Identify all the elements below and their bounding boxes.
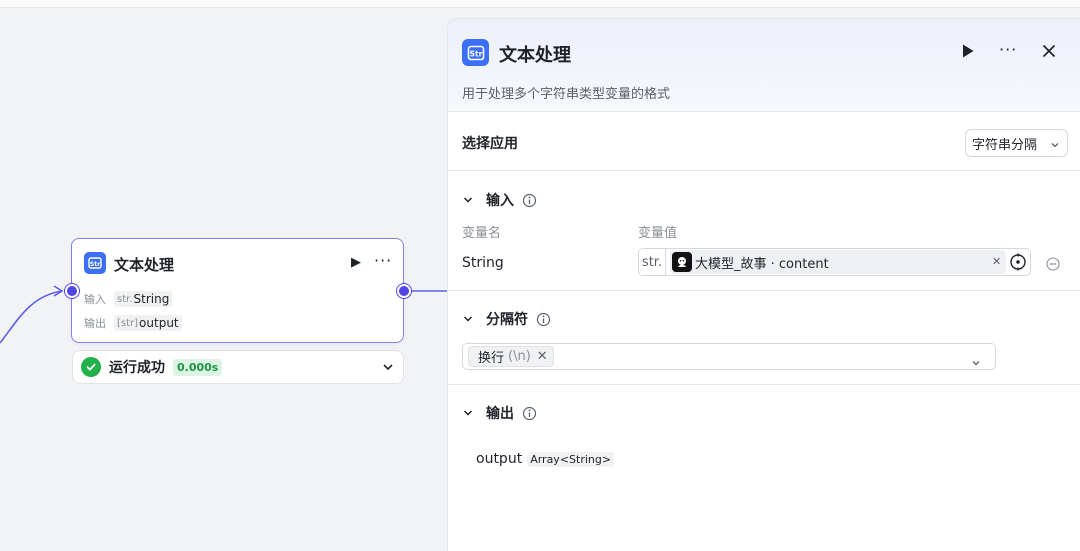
output-section: 输出 [448, 385, 1080, 551]
node-output-tag: [str] output [114, 315, 182, 331]
str-icon: Str [84, 252, 106, 274]
output-name: output [476, 451, 523, 467]
info-icon [522, 406, 537, 420]
node-input-row: 输入 str. String [84, 291, 173, 307]
chevron-down-icon [1050, 139, 1060, 154]
info-icon [522, 193, 537, 207]
node-settings-panel: Str 文本处理 ··· 用于处理多个字符串类型变量的格式 选择应用 字符串分隔… [447, 18, 1080, 551]
separator-section: 分隔符 [448, 291, 1080, 385]
variable-name: String [462, 255, 504, 271]
output-type-badge: Array<String> [527, 451, 615, 467]
chevron-down-icon [463, 410, 473, 416]
type-str-label: str. [639, 249, 666, 275]
more-icon[interactable]: ··· [999, 40, 1017, 59]
variable-reference-text: 大模型_故事 · content [695, 256, 829, 272]
separator-chip-label: 换行 [478, 351, 505, 366]
clear-icon[interactable]: ✕ [992, 255, 1001, 268]
output-section-header[interactable]: 输出 [462, 403, 537, 423]
separator-section-header[interactable]: 分隔符 [462, 309, 551, 329]
input-section-title: 输入 [486, 193, 514, 209]
remove-chip-icon[interactable]: ✕ [537, 349, 548, 364]
app-select-value: 字符串分隔 [972, 137, 1038, 153]
node-output-label: 输出 [84, 317, 106, 330]
info-icon [536, 312, 551, 326]
str-icon: Str [462, 39, 489, 66]
variable-reference-tag[interactable]: 大模型_故事 · content [670, 250, 1006, 274]
close-icon[interactable] [1042, 43, 1056, 62]
panel-title: 文本处理 [499, 45, 571, 66]
input-port[interactable] [65, 284, 79, 298]
node-input-tag: str. String [114, 291, 173, 307]
separator-chip: 换行 (\n) ✕ [468, 346, 554, 367]
variable-value-field[interactable]: str. 大模型_故事 · content ✕ [638, 248, 1031, 276]
status-time-badge: 0.000s [173, 358, 223, 376]
separator-section-title: 分隔符 [486, 312, 528, 328]
output-section-title: 输出 [486, 406, 514, 422]
output-port[interactable] [397, 284, 411, 298]
app-select-dropdown[interactable]: 字符串分隔 [965, 129, 1068, 157]
text-process-node[interactable]: Str 文本处理 ▶ ··· 输入 str. String 输出 [str] out… [71, 238, 404, 343]
chevron-down-icon [971, 353, 981, 372]
status-text: 运行成功 [109, 360, 165, 376]
select-app-label: 选择应用 [462, 136, 518, 152]
separator-chip-escape: (\n) [508, 349, 531, 364]
chevron-down-icon[interactable] [381, 359, 395, 378]
node-title: 文本处理 [114, 256, 175, 274]
more-icon[interactable]: ··· [374, 251, 392, 270]
svg-text:Str: Str [469, 49, 482, 58]
col-header-name: 变量名 [462, 226, 502, 241]
chevron-down-icon [463, 197, 473, 203]
remove-variable-icon[interactable] [1046, 256, 1060, 275]
target-icon[interactable] [1009, 253, 1027, 275]
node-input-label: 输入 [84, 293, 106, 306]
run-status-bar[interactable]: 运行成功 0.000s [72, 350, 404, 384]
panel-description: 用于处理多个字符串类型变量的格式 [462, 87, 671, 102]
chevron-down-icon [463, 316, 473, 322]
node-output-row: 输出 [str] output [84, 315, 182, 331]
svg-text:Str: Str [90, 261, 100, 268]
run-icon[interactable]: ▶ [351, 255, 361, 270]
run-icon[interactable] [961, 43, 975, 63]
col-header-value: 变量值 [638, 226, 678, 241]
separator-select[interactable]: 换行 (\n) ✕ [462, 343, 996, 370]
success-check-icon [81, 357, 101, 377]
input-section-header[interactable]: 输入 [462, 190, 537, 210]
llm-avatar-icon [672, 252, 692, 272]
panel-header: Str 文本处理 ··· 用于处理多个字符串类型变量的格式 [448, 19, 1080, 112]
output-item: output Array<String> [476, 451, 615, 467]
